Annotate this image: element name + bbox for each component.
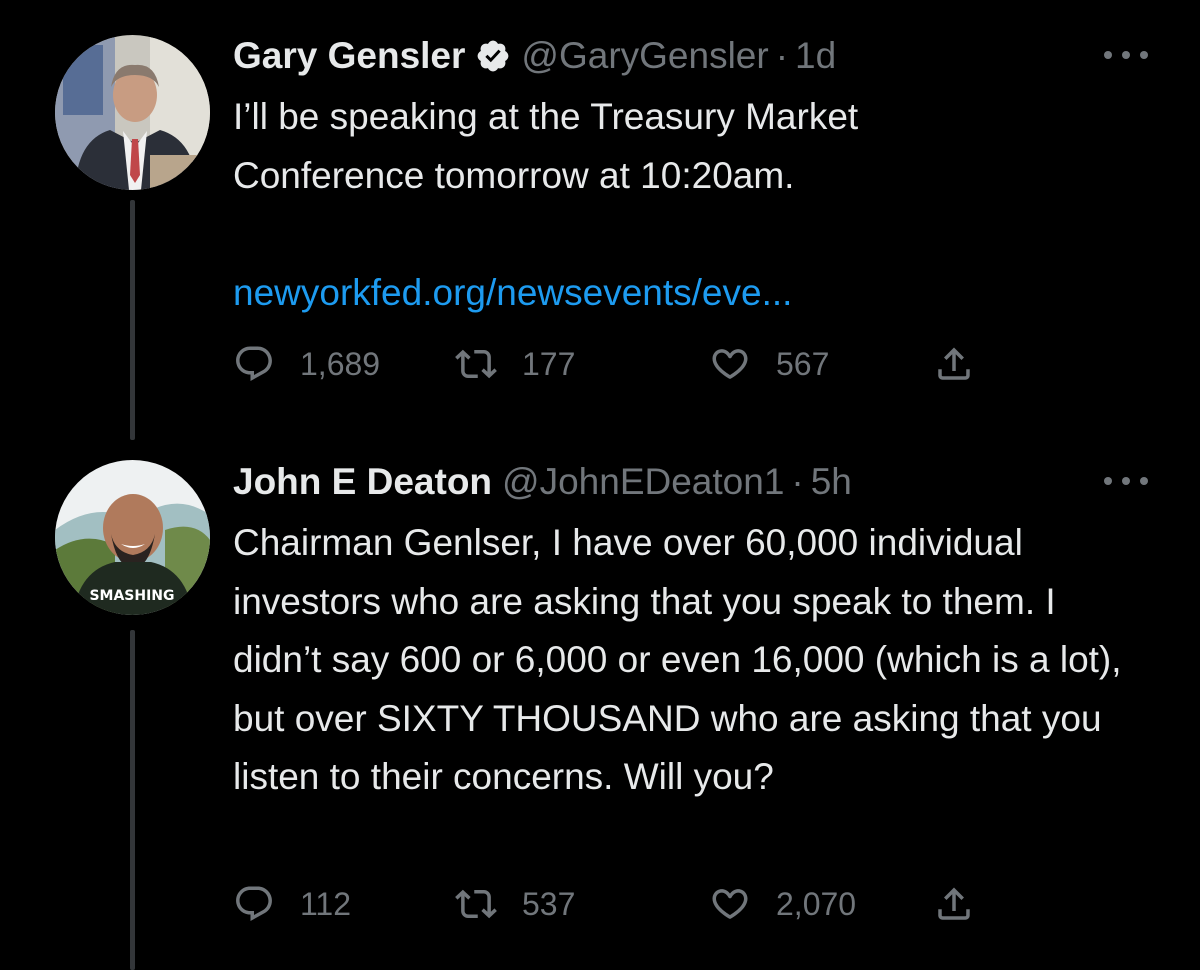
like-button[interactable]: 567 [709,340,829,388]
more-horizontal-icon[interactable] [1104,45,1148,65]
handle[interactable]: @GaryGensler [521,34,768,78]
thread-line [130,630,135,970]
share-button[interactable] [933,880,975,928]
more-horizontal-icon[interactable] [1104,471,1148,491]
like-count: 567 [776,345,830,382]
reply-count: 112 [300,885,352,922]
heart-icon [709,343,751,385]
reply-count: 1,689 [300,345,381,382]
share-upload-icon [933,343,975,385]
retweet-icon [455,883,497,925]
display-name[interactable]: John E Deaton [233,460,492,504]
share-upload-icon [933,883,975,925]
separator-dot: · [775,35,789,76]
reply-bubble-icon [233,343,275,385]
timestamp[interactable]: 5h [811,460,852,504]
tweet-link[interactable]: newyorkfed.org/newsevents/eve... [233,268,792,318]
reply-button[interactable]: 112 [233,880,351,928]
like-count: 2,070 [776,885,857,922]
thread-line [130,200,135,440]
avatar-john-e-deaton[interactable]: SMASHING [55,460,210,615]
tweet-actions: 112 537 2,070 [233,880,993,928]
separator-dot: · [791,461,804,502]
retweet-icon [455,343,497,385]
like-button[interactable]: 2,070 [709,880,856,928]
reply-button[interactable]: 1,689 [233,340,380,388]
heart-icon [709,883,751,925]
reply-bubble-icon [233,883,275,925]
verified-badge-icon [475,38,511,74]
tweet-text: Chairman Genlser, I have over 60,000 ind… [233,522,1132,797]
tweet-header: Gary Gensler @GaryGensler · 1d [233,34,836,78]
avatar-shirt-text: SMASHING [89,588,174,604]
avatar-gary-gensler[interactable] [55,35,210,190]
retweet-count: 177 [522,345,576,382]
retweet-count: 537 [522,885,576,922]
tweet-deaton[interactable]: SMASHING John E Deaton @JohnEDeaton1 · 5… [0,440,1200,970]
avatar-image: SMASHING [55,460,210,615]
share-button[interactable] [933,340,975,388]
tweet-gensler[interactable]: Gary Gensler @GaryGensler · 1d I’ll be s… [0,0,1200,440]
handle[interactable]: @JohnEDeaton1 [502,460,784,504]
avatar-image [55,35,210,190]
retweet-button[interactable]: 177 [455,340,575,388]
retweet-button[interactable]: 537 [455,880,575,928]
tweet-text: I’ll be speaking at the Treasury Market … [233,96,869,196]
timestamp[interactable]: 1d [795,34,836,78]
display-name[interactable]: Gary Gensler [233,34,465,78]
tweet-header: John E Deaton @JohnEDeaton1 · 5h [233,460,852,504]
tweet-actions: 1,689 177 567 [233,340,993,388]
